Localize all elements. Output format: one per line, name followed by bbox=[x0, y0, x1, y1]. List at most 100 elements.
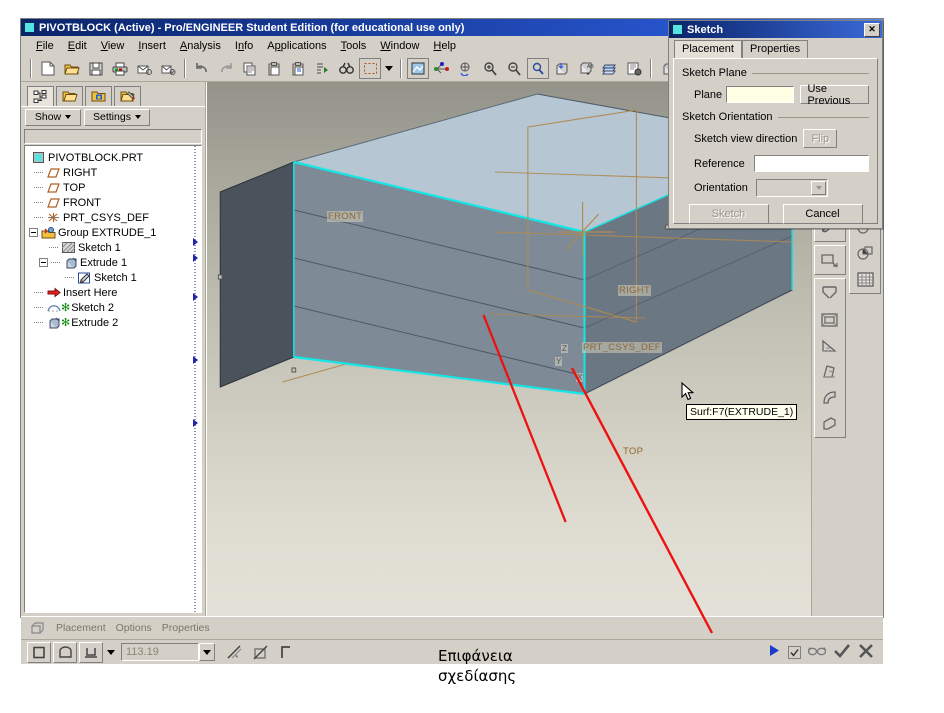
tab-options[interactable]: Options bbox=[116, 622, 152, 634]
tree-node-insert-here[interactable]: Insert Here bbox=[25, 285, 201, 300]
folder-browser-icon[interactable] bbox=[56, 86, 83, 106]
tree-node-sketch1[interactable]: Sketch 1 bbox=[25, 270, 201, 285]
chamfer-tool-icon[interactable] bbox=[817, 411, 843, 435]
regenerate-icon[interactable] bbox=[311, 58, 333, 79]
menu-item-edit[interactable]: Edit bbox=[61, 38, 94, 54]
tree-marker-arrow[interactable] bbox=[193, 293, 198, 301]
menu-item-applications[interactable]: Applications bbox=[260, 38, 333, 54]
accept-icon[interactable] bbox=[833, 643, 851, 662]
paste-special-icon[interactable] bbox=[287, 58, 309, 79]
show-button[interactable]: Show bbox=[25, 108, 81, 126]
save-icon[interactable] bbox=[85, 58, 107, 79]
depth-value-combo[interactable]: 113.19 bbox=[121, 643, 215, 661]
glasses-icon[interactable] bbox=[807, 644, 827, 660]
menu-item-help[interactable]: Help bbox=[426, 38, 463, 54]
table-icon[interactable] bbox=[852, 267, 878, 291]
cancel-icon[interactable] bbox=[857, 643, 875, 662]
rib-tool-icon[interactable] bbox=[817, 333, 843, 357]
reorient-icon[interactable] bbox=[551, 58, 573, 79]
send-mail-icon[interactable] bbox=[133, 58, 155, 79]
tree-node-extrude1[interactable]: Extrude 1 bbox=[25, 255, 201, 270]
tree-node-front[interactable]: FRONT bbox=[25, 195, 201, 210]
settings-button[interactable]: Settings bbox=[84, 108, 150, 126]
flip-side-icon[interactable] bbox=[274, 641, 298, 663]
repaint-icon[interactable] bbox=[407, 58, 429, 79]
depth-dropdown-button[interactable] bbox=[199, 643, 215, 661]
reference-input[interactable] bbox=[754, 155, 869, 172]
cancel-button[interactable]: Cancel bbox=[782, 204, 863, 224]
layers-icon[interactable] bbox=[599, 58, 621, 79]
resume-icon[interactable] bbox=[766, 643, 782, 661]
copy-paste-icon[interactable] bbox=[852, 241, 878, 265]
model-tree[interactable]: PIVOTBLOCK.PRT RIGHT TOP FRONT PRT_CSYS_… bbox=[24, 145, 202, 613]
saved-views-icon[interactable]: AB bbox=[575, 58, 597, 79]
model-tree-icon[interactable] bbox=[27, 86, 54, 106]
selection-filter-icon[interactable] bbox=[359, 58, 381, 79]
menu-item-file[interactable]: File bbox=[29, 38, 61, 54]
shell-tool-icon[interactable] bbox=[817, 307, 843, 331]
tab-placement[interactable]: Placement bbox=[56, 622, 106, 634]
draft-tool-icon[interactable] bbox=[817, 359, 843, 383]
favorites-icon[interactable] bbox=[85, 86, 112, 106]
tree-node-csys[interactable]: PRT_CSYS_DEF bbox=[25, 210, 201, 225]
paste-icon[interactable] bbox=[263, 58, 285, 79]
tab-placement[interactable]: Placement bbox=[674, 40, 742, 58]
menu-item-view[interactable]: View bbox=[94, 38, 132, 54]
menu-item-insert[interactable]: Insert bbox=[131, 38, 173, 54]
flip-button[interactable]: Flip bbox=[803, 129, 838, 148]
menu-item-tools[interactable]: Tools bbox=[334, 38, 374, 54]
tree-marker-arrow[interactable] bbox=[193, 356, 198, 364]
tree-marker-gutter[interactable] bbox=[192, 146, 201, 612]
collapse-expander[interactable] bbox=[39, 258, 48, 267]
remove-material-icon[interactable] bbox=[248, 641, 272, 663]
extrude-tool-icon[interactable] bbox=[817, 281, 843, 305]
spin-center-icon[interactable] bbox=[455, 58, 477, 79]
tree-column-header[interactable] bbox=[24, 129, 202, 144]
tree-marker-arrow[interactable] bbox=[193, 419, 198, 427]
orientation-dropdown-button[interactable] bbox=[811, 181, 826, 195]
tree-node-sketch2[interactable]: ✻ Sketch 2 bbox=[25, 300, 201, 315]
tree-node-right[interactable]: RIGHT bbox=[25, 165, 201, 180]
undo-icon[interactable] bbox=[191, 58, 213, 79]
thicken-icon[interactable] bbox=[222, 641, 246, 663]
zoom-out-icon[interactable] bbox=[503, 58, 525, 79]
tab-properties[interactable]: Properties bbox=[741, 40, 809, 58]
print-icon[interactable] bbox=[109, 58, 131, 79]
menu-item-window[interactable]: Window bbox=[373, 38, 426, 54]
sketch-confirm-button[interactable]: Sketch bbox=[688, 204, 769, 224]
tab-properties[interactable]: Properties bbox=[162, 622, 210, 634]
open-icon[interactable] bbox=[61, 58, 83, 79]
tree-node-group-extrude1[interactable]: Group EXTRUDE_1 bbox=[25, 225, 201, 240]
refit-icon[interactable] bbox=[527, 58, 549, 79]
collapse-expander[interactable] bbox=[29, 228, 38, 237]
tree-node-root[interactable]: PIVOTBLOCK.PRT bbox=[25, 150, 201, 165]
selection-filter-dropdown-icon[interactable] bbox=[383, 58, 395, 79]
menu-item-info[interactable]: Info bbox=[228, 38, 260, 54]
surface-icon[interactable] bbox=[53, 641, 77, 663]
copy-icon[interactable] bbox=[239, 58, 261, 79]
use-previous-button[interactable]: Use Previous bbox=[800, 83, 870, 107]
menu-item-analysis[interactable]: Analysis bbox=[173, 38, 228, 54]
tree-node-sketch1-hatched[interactable]: Sketch 1 bbox=[25, 240, 201, 255]
sketch-tool-icon[interactable] bbox=[817, 248, 843, 272]
orientation-select[interactable] bbox=[756, 179, 828, 197]
redo-icon[interactable] bbox=[215, 58, 237, 79]
working-directory-icon[interactable] bbox=[114, 86, 141, 106]
tree-node-extrude2[interactable]: ✻ Extrude 2 bbox=[25, 315, 201, 330]
datum-display-icon[interactable] bbox=[431, 58, 453, 79]
depth-value-field[interactable]: 113.19 bbox=[121, 643, 199, 661]
depth-option-dropdown[interactable] bbox=[105, 641, 117, 663]
send-link-icon[interactable] bbox=[157, 58, 179, 79]
find-icon[interactable] bbox=[335, 58, 357, 79]
tree-marker-arrow[interactable] bbox=[193, 254, 198, 262]
tree-marker-arrow[interactable] bbox=[193, 238, 198, 246]
solid-icon[interactable] bbox=[27, 641, 51, 663]
preview-checkbox[interactable] bbox=[788, 645, 801, 659]
close-icon[interactable]: ✕ bbox=[864, 22, 880, 37]
round-tool-icon[interactable] bbox=[817, 385, 843, 409]
new-icon[interactable] bbox=[37, 58, 59, 79]
model-player-icon[interactable] bbox=[623, 58, 645, 79]
plane-input[interactable] bbox=[725, 86, 795, 103]
depth-blind-icon[interactable] bbox=[79, 641, 103, 663]
tree-node-top[interactable]: TOP bbox=[25, 180, 201, 195]
